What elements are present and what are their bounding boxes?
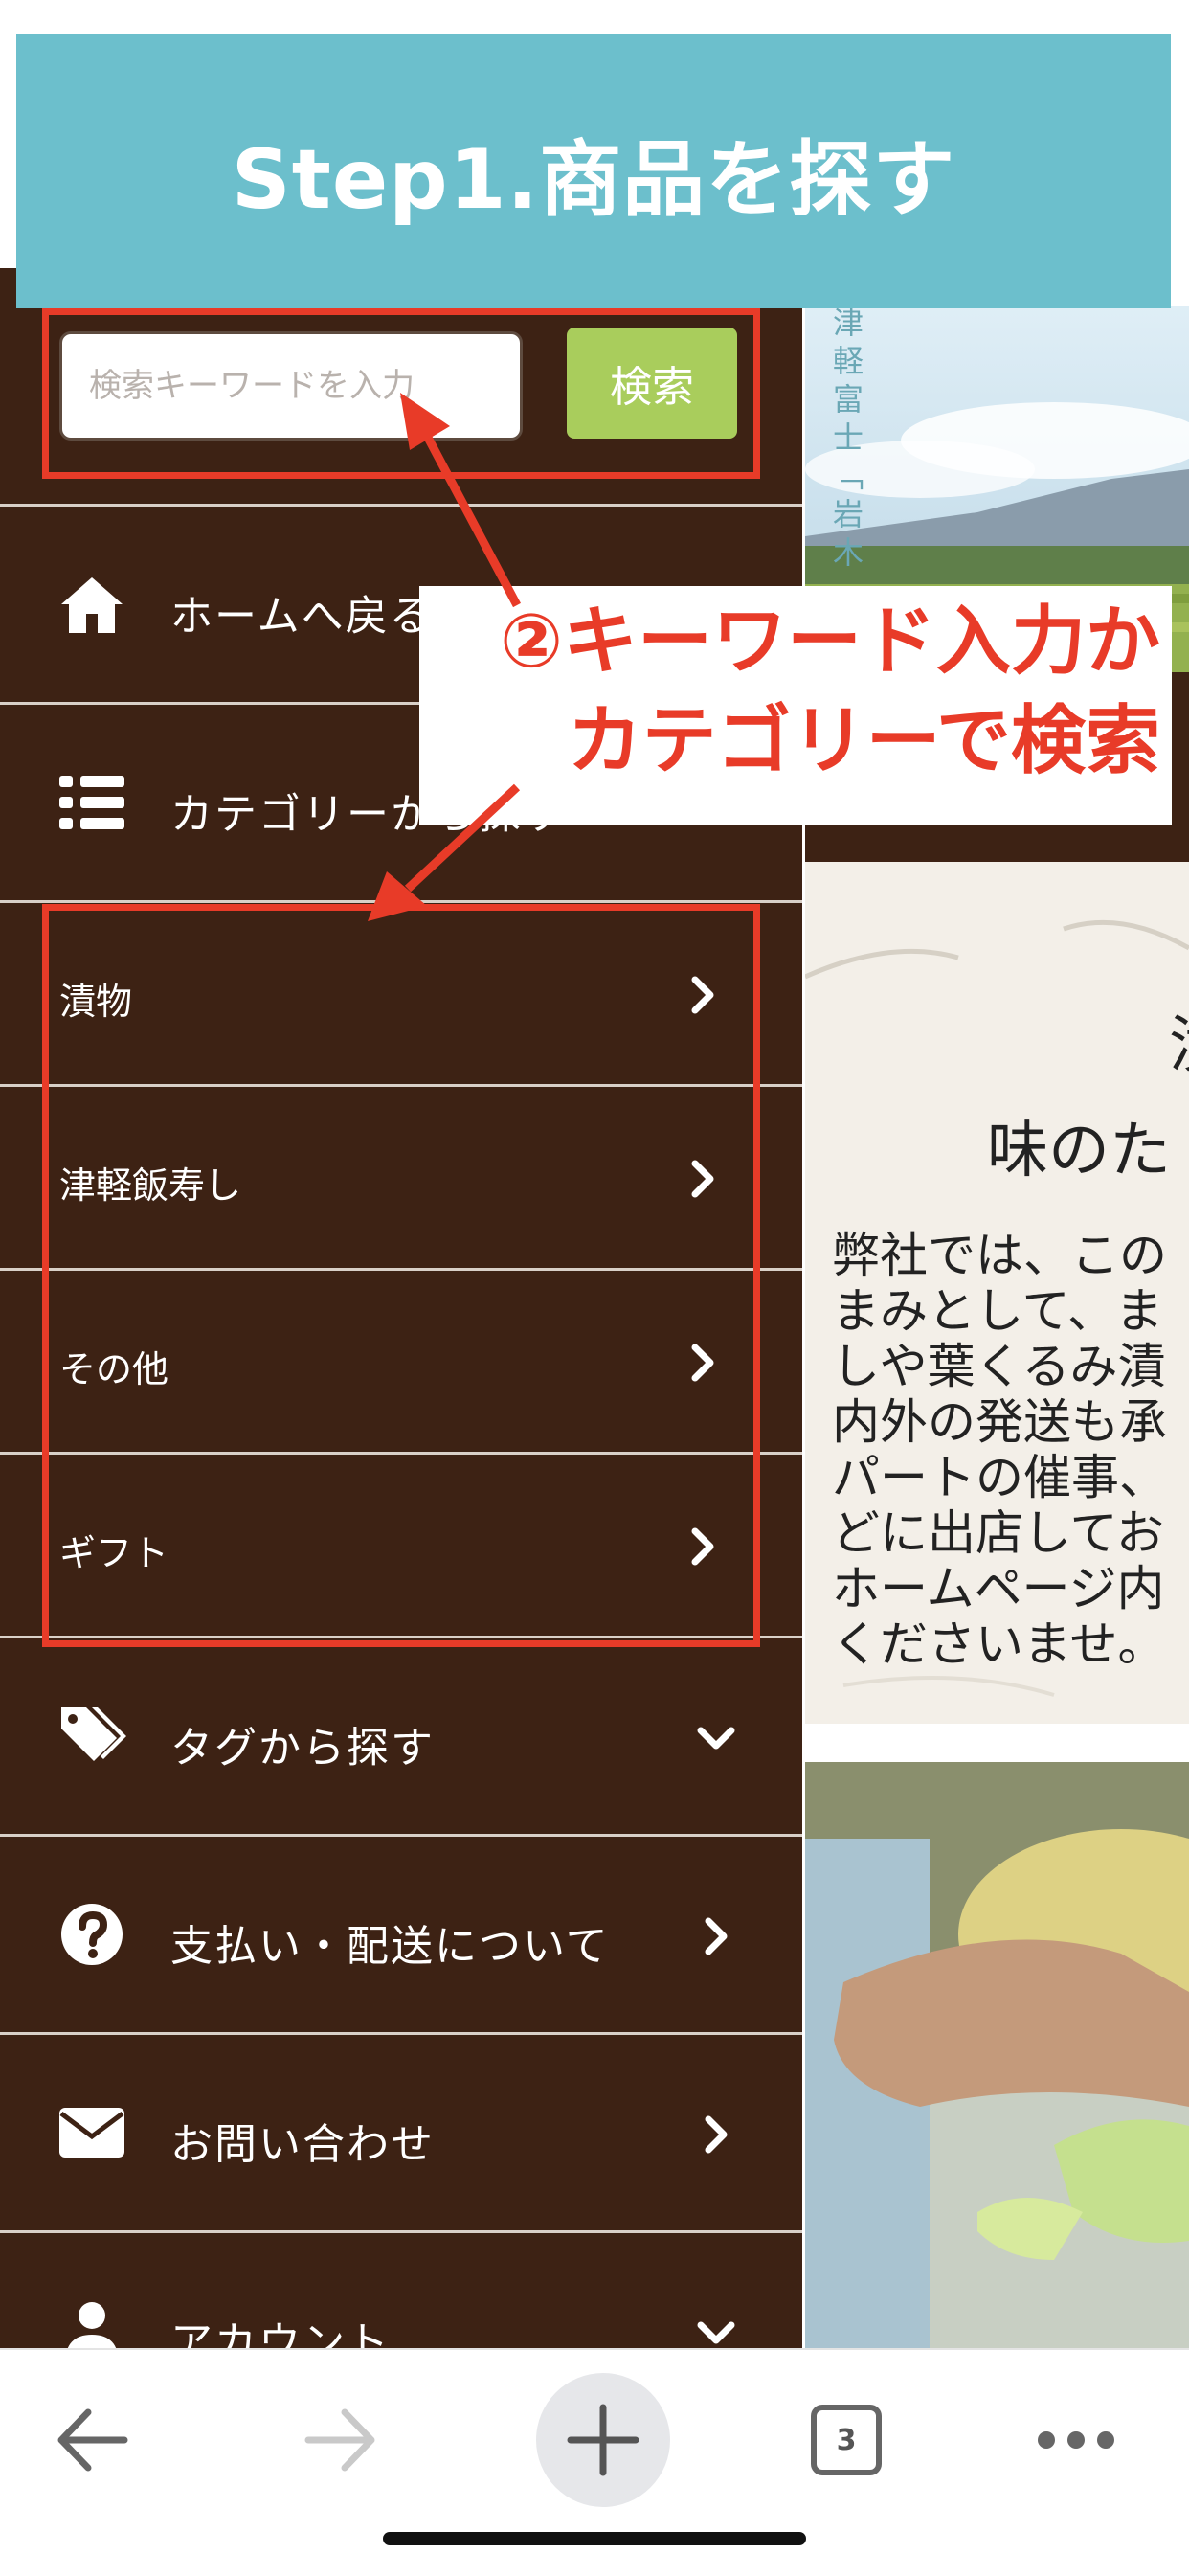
annotation-arrows: [368, 393, 521, 921]
back-button[interactable]: [34, 2383, 149, 2497]
ellipsis-icon: [1038, 2431, 1114, 2449]
tabs-button[interactable]: 3: [789, 2383, 904, 2497]
tab-count: 3: [836, 2423, 857, 2457]
more-button[interactable]: [1019, 2383, 1133, 2497]
arrow-left-icon: [57, 2408, 128, 2472]
arrow-to-search-line: [423, 433, 521, 608]
home-indicator: [383, 2532, 806, 2545]
tab-count-badge: 3: [811, 2405, 882, 2475]
arrow-right-icon: [304, 2408, 375, 2472]
arrow-to-category-line: [404, 783, 521, 893]
plus-icon: [567, 2404, 639, 2476]
arrow-to-search-head: [400, 393, 450, 450]
forward-button[interactable]: [283, 2383, 398, 2497]
new-tab-button[interactable]: [536, 2373, 670, 2507]
